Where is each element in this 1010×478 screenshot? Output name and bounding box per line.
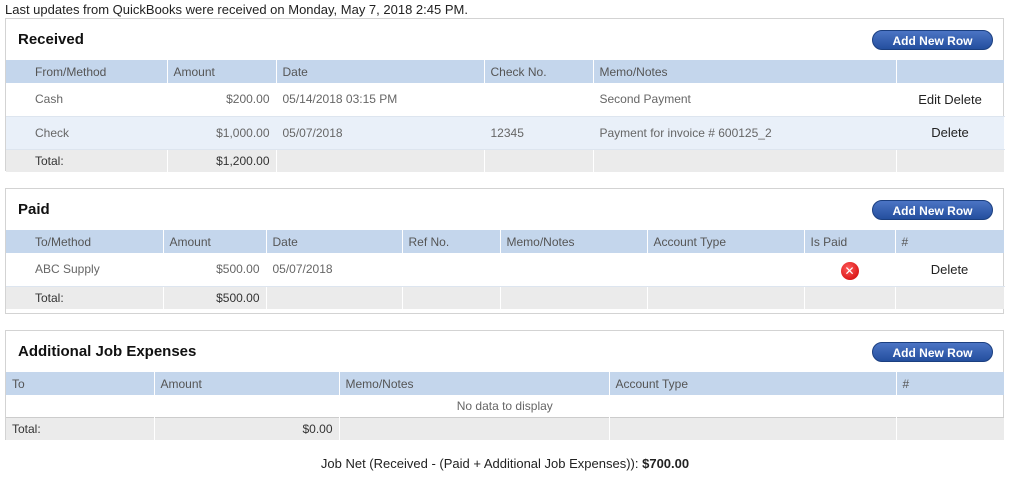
cell-memo: Second Payment	[593, 83, 896, 117]
expenses-total-row: Total: $0.00	[6, 416, 1005, 440]
paid-header-row: To/Method Amount Date Ref No. Memo/Notes…	[6, 230, 1005, 253]
no-data-message: No data to display	[456, 398, 553, 413]
received-panel: Received Add New Row From/Method Amount …	[5, 18, 1005, 172]
expenses-table: To Amount Memo/Notes Account Type # No d…	[6, 372, 1005, 440]
col-from-method[interactable]: From/Method	[6, 60, 168, 83]
col-actions	[896, 60, 1005, 83]
col-number: #	[896, 372, 1005, 395]
cell-ref-no	[402, 253, 500, 287]
expenses-title: Additional Job Expenses	[18, 343, 197, 360]
cell-account-type	[647, 253, 804, 287]
cell-date: 05/07/2018	[266, 253, 402, 287]
paid-title: Paid	[18, 201, 50, 218]
cell-to: ABC Supply	[6, 253, 163, 287]
col-account-type[interactable]: Account Type	[647, 230, 805, 253]
col-is-paid[interactable]: Is Paid	[804, 230, 896, 253]
quickbooks-update-notice: Last updates from QuickBooks were receiv…	[5, 2, 468, 17]
cell-method: Cash	[6, 83, 167, 117]
paid-add-row-button[interactable]: Add New Row	[872, 200, 993, 220]
paid-panel: Paid Add New Row To/Method Amount Date R…	[5, 188, 1005, 314]
cell-actions: Delete	[896, 116, 1004, 150]
expenses-panel: Additional Job Expenses Add New Row To A…	[5, 330, 1005, 440]
received-add-row-button[interactable]: Add New Row	[872, 30, 993, 50]
total-amount: $0.00	[154, 416, 340, 440]
delete-link[interactable]: Delete	[931, 125, 969, 140]
cell-check-no	[484, 83, 593, 117]
paid-total-row: Total: $500.00	[6, 285, 1005, 309]
received-table: From/Method Amount Date Check No. Memo/N…	[6, 60, 1005, 172]
delete-link[interactable]: Delete	[931, 262, 969, 277]
cell-date: 05/07/2018	[276, 116, 484, 150]
expenses-header-row: To Amount Memo/Notes Account Type #	[6, 372, 1005, 395]
col-number: #	[895, 230, 1005, 253]
col-ref-no[interactable]: Ref No.	[402, 230, 501, 253]
col-account-type[interactable]: Account Type	[609, 372, 897, 395]
col-memo-notes[interactable]: Memo/Notes	[500, 230, 648, 253]
cell-actions: Delete	[895, 253, 1004, 287]
col-to[interactable]: To	[6, 372, 155, 395]
cell-method: Check	[6, 116, 167, 150]
total-label: Total:	[6, 285, 164, 309]
table-row: Check $1,000.00 05/07/2018 12345 Payment…	[6, 116, 1004, 150]
received-header-row: From/Method Amount Date Check No. Memo/N…	[6, 60, 1005, 83]
table-row: ABC Supply $500.00 05/07/2018 ✕ Delete	[6, 253, 1004, 287]
col-amount[interactable]: Amount	[167, 60, 277, 83]
received-title: Received	[18, 31, 84, 48]
job-net-value: $700.00	[642, 456, 690, 471]
col-amount[interactable]: Amount	[163, 230, 267, 253]
col-memo-notes[interactable]: Memo/Notes	[339, 372, 610, 395]
edit-link[interactable]: Edit	[918, 92, 940, 107]
cell-is-paid: ✕	[804, 253, 895, 287]
delete-link[interactable]: Delete	[944, 92, 982, 107]
cell-memo	[500, 253, 647, 287]
cell-actions: Edit Delete	[896, 83, 1004, 117]
cell-date: 05/14/2018 03:15 PM	[276, 83, 484, 117]
job-net-label: Job Net (Received - (Paid + Additional J…	[320, 456, 639, 471]
table-row: Cash $200.00 05/14/2018 03:15 PM Second …	[6, 83, 1004, 117]
cell-amount: $1,000.00	[167, 116, 276, 150]
col-date[interactable]: Date	[276, 60, 485, 83]
total-amount: $500.00	[163, 285, 267, 309]
col-memo-notes[interactable]: Memo/Notes	[593, 60, 897, 83]
cell-amount: $500.00	[163, 253, 266, 287]
total-amount: $1,200.00	[167, 148, 277, 172]
cell-memo: Payment for invoice # 600125_2	[593, 116, 896, 150]
expenses-add-row-button[interactable]: Add New Row	[872, 342, 993, 362]
total-label: Total:	[6, 148, 168, 172]
col-date[interactable]: Date	[266, 230, 403, 253]
cell-amount: $200.00	[167, 83, 276, 117]
total-label: Total:	[6, 416, 155, 440]
col-amount[interactable]: Amount	[154, 372, 340, 395]
no-data-row: No data to display	[6, 395, 1004, 417]
cell-check-no: 12345	[484, 116, 593, 150]
job-net-summary: Job Net (Received - (Paid + Additional J…	[0, 456, 1010, 471]
received-total-row: Total: $1,200.00	[6, 148, 1005, 172]
col-check-no[interactable]: Check No.	[484, 60, 594, 83]
red-x-icon[interactable]: ✕	[840, 262, 859, 281]
paid-table: To/Method Amount Date Ref No. Memo/Notes…	[6, 230, 1005, 309]
col-to-method[interactable]: To/Method	[6, 230, 164, 253]
